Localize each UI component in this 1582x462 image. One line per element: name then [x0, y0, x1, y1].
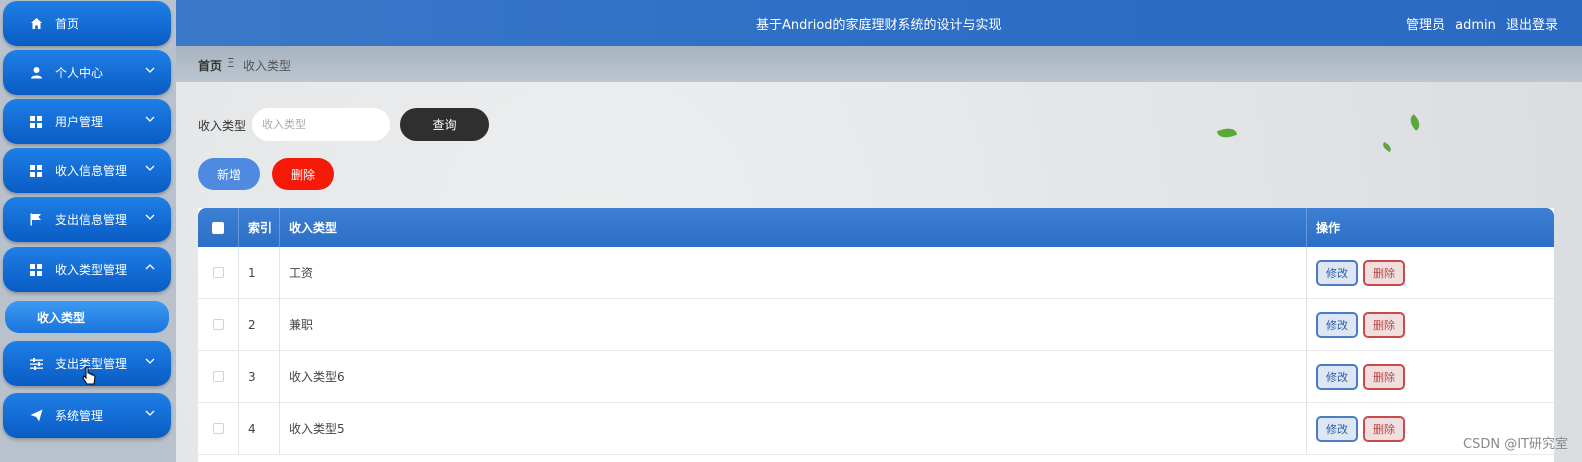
chevron-down-icon [145, 163, 155, 173]
row-delete-button[interactable]: 删除 [1363, 311, 1405, 338]
table-row: 3 收入类型6 修改 删除 [198, 351, 1554, 403]
row-income-type: 兼职 [280, 299, 1307, 350]
flag-icon [29, 213, 43, 227]
header-index: 索引 [239, 208, 280, 247]
decorative-leaf [1381, 141, 1393, 153]
sidebar-item-income-info[interactable]: 收入信息管理 [3, 148, 171, 193]
row-checkbox-cell [198, 351, 239, 402]
chevron-down-icon [145, 65, 155, 75]
row-income-type: 收入类型5 [280, 403, 1307, 454]
query-button[interactable]: 查询 [400, 108, 489, 141]
row-delete-button[interactable]: 删除 [1363, 363, 1405, 390]
table-header: 索引 收入类型 操作 [198, 208, 1554, 247]
row-operations: 修改 删除 [1307, 351, 1554, 402]
row-checkbox[interactable] [212, 319, 224, 330]
row-index: 1 [239, 247, 280, 298]
user-role: 管理员 [1405, 18, 1445, 33]
sidebar: 首页 个人中心 用户管理 收入信息管理 支出信息管理 收入类型管理 收入类型 支… [0, 0, 176, 462]
username: admin [1455, 18, 1496, 33]
top-header: 基于Andriod的家庭理财系统的设计与实现 管理员 admin 退出登录 [176, 0, 1582, 46]
sidebar-item-personal-center[interactable]: 个人中心 [3, 50, 171, 95]
row-index: 3 [239, 351, 280, 402]
sidebar-item-label: 收入信息管理 [55, 164, 128, 178]
logout-link[interactable]: 退出登录 [1506, 18, 1558, 33]
row-checkbox[interactable] [212, 371, 224, 382]
header-operation: 操作 [1316, 221, 1341, 235]
sliders-icon [29, 357, 43, 371]
table-row: 4 收入类型5 修改 删除 [198, 403, 1554, 455]
sidebar-item-home[interactable]: 首页 [3, 1, 171, 46]
delete-button[interactable]: 删除 [272, 158, 334, 190]
decorative-leaf [1216, 125, 1238, 141]
user-area: 管理员 admin 退出登录 [1400, 14, 1558, 33]
breadcrumb-current: 收入类型 [243, 59, 292, 73]
sidebar-item-expense-info[interactable]: 支出信息管理 [3, 197, 171, 242]
row-checkbox[interactable] [212, 423, 224, 434]
edit-button[interactable]: 修改 [1316, 259, 1358, 286]
row-checkbox-cell [198, 403, 239, 454]
grid-icon [29, 115, 43, 129]
submenu-item-income-type[interactable]: 收入类型 [5, 301, 169, 333]
add-button[interactable]: 新增 [198, 158, 260, 190]
row-income-type: 收入类型6 [280, 351, 1307, 402]
header-checkbox-cell [198, 208, 239, 247]
breadcrumb-separator: Ξ [227, 56, 235, 70]
grid-icon [29, 263, 43, 277]
chevron-down-icon [145, 212, 155, 222]
edit-button[interactable]: 修改 [1316, 415, 1358, 442]
sidebar-item-label: 个人中心 [55, 66, 104, 80]
row-delete-button[interactable]: 删除 [1363, 415, 1405, 442]
home-icon [29, 17, 43, 31]
edit-button[interactable]: 修改 [1316, 363, 1358, 390]
row-operations: 修改 删除 [1307, 299, 1554, 350]
send-icon [29, 409, 43, 423]
chevron-down-icon [145, 408, 155, 418]
row-checkbox[interactable] [212, 267, 224, 278]
breadcrumb-home[interactable]: 首页 [198, 57, 222, 74]
sidebar-item-label: 支出信息管理 [55, 213, 128, 227]
row-index: 2 [239, 299, 280, 350]
mouse-cursor-icon [82, 366, 96, 389]
row-delete-button[interactable]: 删除 [1363, 259, 1405, 286]
header-income-type: 收入类型 [280, 208, 1307, 247]
decorative-leaf [1407, 114, 1423, 131]
user-icon [29, 66, 43, 80]
breadcrumb: 首页 Ξ 收入类型 [176, 46, 1582, 82]
select-all-checkbox[interactable] [212, 221, 224, 234]
sidebar-item-label: 用户管理 [55, 115, 104, 129]
sidebar-item-label: 收入类型管理 [55, 263, 128, 277]
app-title: 基于Andriod的家庭理财系统的设计与实现 [756, 18, 1002, 33]
row-operations: 修改 删除 [1307, 247, 1554, 298]
sidebar-item-label: 系统管理 [55, 409, 104, 423]
sidebar-item-label: 首页 [55, 17, 80, 31]
search-label: 收入类型 [198, 119, 247, 133]
watermark: CSDN @IT研究室 [1463, 437, 1568, 452]
chevron-down-icon [145, 114, 155, 124]
sidebar-item-income-type-management[interactable]: 收入类型管理 [3, 247, 171, 292]
data-table: 索引 收入类型 操作 1 工资 修改 删除 2 兼职 修改 删除 3 收入类型6… [198, 208, 1554, 462]
row-checkbox-cell [198, 299, 239, 350]
table-row: 2 兼职 修改 删除 [198, 299, 1554, 351]
sidebar-item-system-management[interactable]: 系统管理 [3, 393, 171, 438]
search-input[interactable] [252, 108, 390, 141]
chevron-up-icon [145, 262, 155, 272]
row-index: 4 [239, 403, 280, 454]
edit-button[interactable]: 修改 [1316, 311, 1358, 338]
row-checkbox-cell [198, 247, 239, 298]
sidebar-item-user-management[interactable]: 用户管理 [3, 99, 171, 144]
table-row: 1 工资 修改 删除 [198, 247, 1554, 299]
row-income-type: 工资 [280, 247, 1307, 298]
main-content: 收入类型 查询 新增 删除 索引 收入类型 操作 1 工资 修改 删除 2 兼职… [176, 82, 1582, 462]
chevron-down-icon [145, 356, 155, 366]
grid-icon [29, 164, 43, 178]
